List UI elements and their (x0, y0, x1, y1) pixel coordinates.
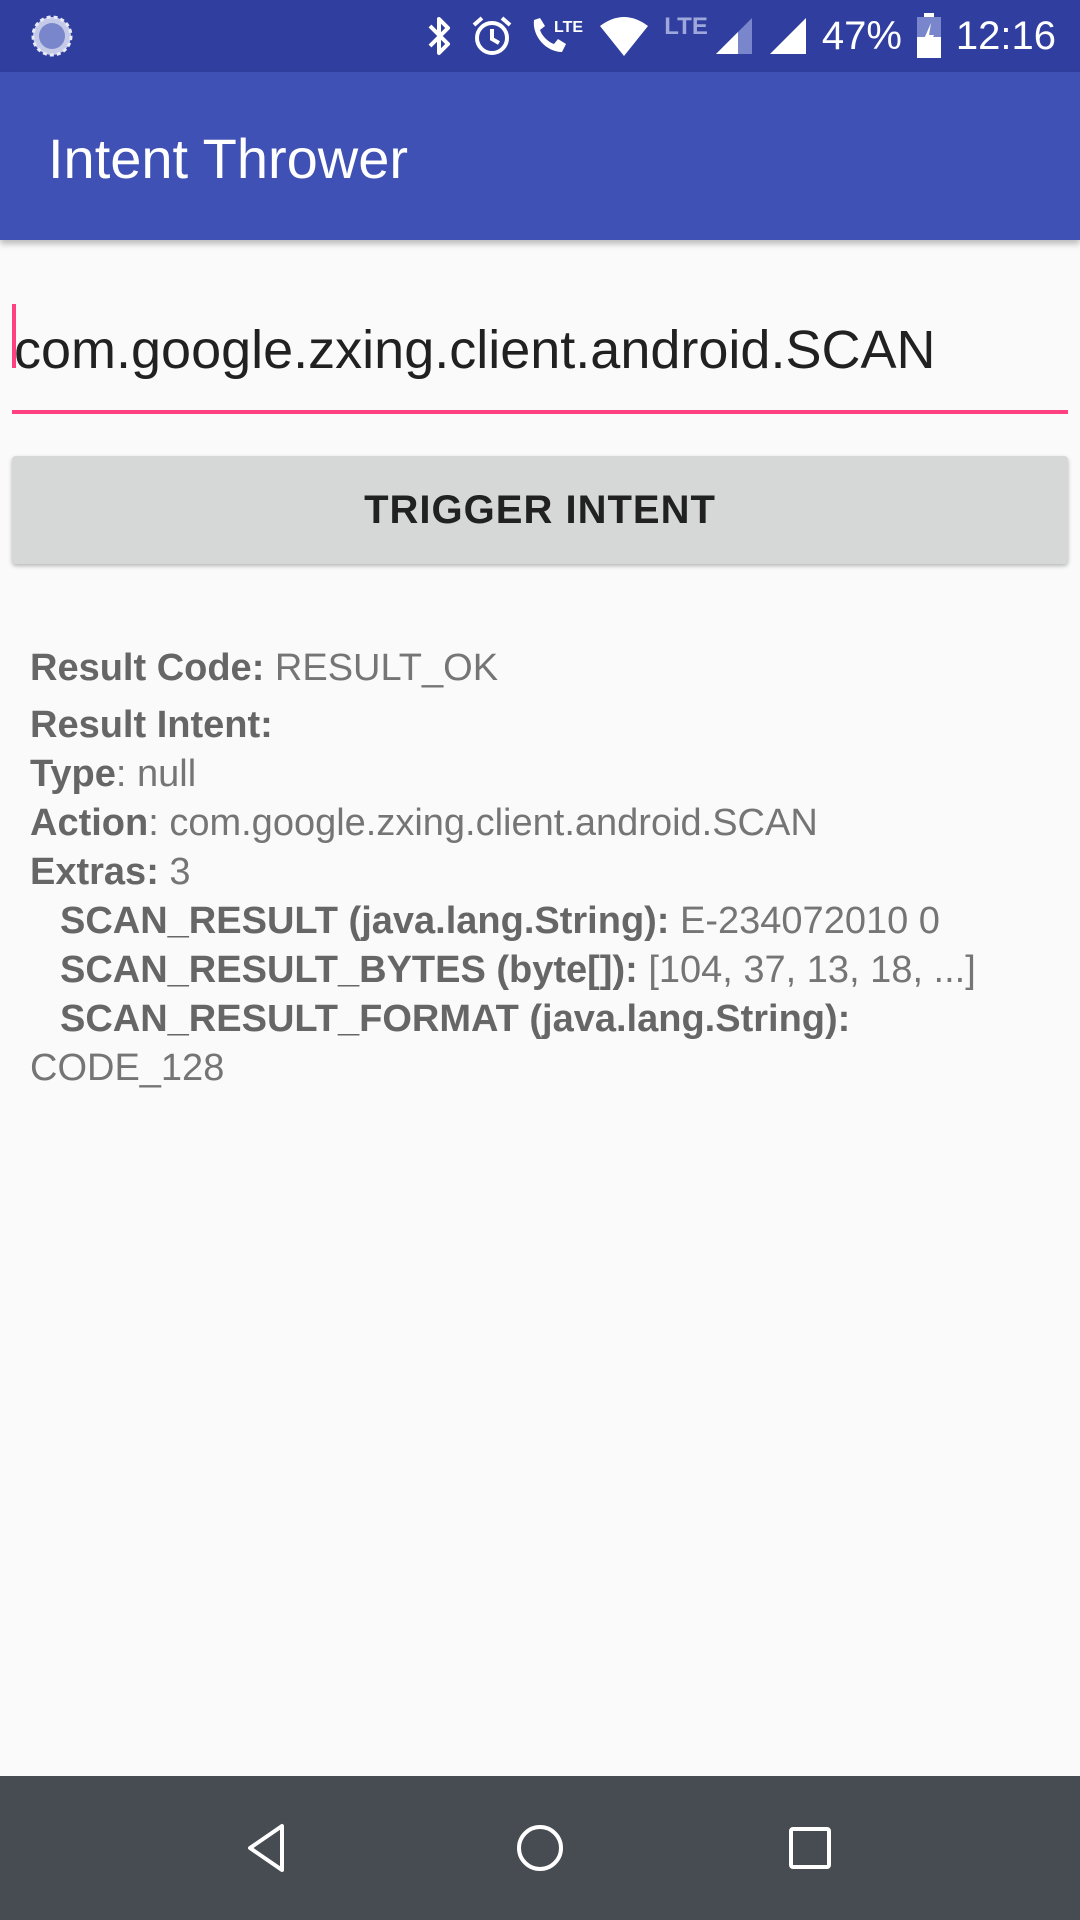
extra-value-wrapped: CODE_128 (30, 1047, 225, 1089)
result-code-label: Result Code: (30, 647, 265, 689)
extra-item: SCAN_RESULT_BYTES (byte[]): [104, 37, 13… (30, 946, 1060, 995)
back-icon[interactable] (240, 1818, 300, 1878)
volte-call-icon: LTE (534, 18, 584, 52)
recents-icon[interactable] (780, 1818, 840, 1878)
type-line: Type: null (30, 750, 1060, 799)
signal-icon (769, 18, 806, 54)
action-label: Action (30, 802, 149, 844)
battery-icon (916, 13, 941, 58)
extras-count: 3 (158, 851, 191, 893)
text-cursor (12, 304, 16, 368)
status-bar: LTE LTE 47% 12:16 (0, 0, 1080, 72)
extra-item: SCAN_RESULT_FORMAT (java.lang.String): (30, 995, 1060, 1044)
alarm-icon (472, 16, 512, 55)
app-bar: Intent Thrower (0, 72, 1080, 240)
wifi-icon (600, 17, 649, 56)
result-intent-line: Result Intent: (30, 701, 1060, 750)
clock: 12:16 (955, 13, 1056, 58)
extras-label: Extras: (30, 851, 159, 893)
navigation-bar (0, 1776, 1080, 1920)
result-intent-label: Result Intent: (30, 704, 273, 746)
extras-line: Extras: 3 (30, 848, 1060, 897)
signal-icon (715, 18, 752, 54)
extra-key: SCAN_RESULT (java.lang.String): (60, 900, 670, 942)
type-value: : null (115, 753, 197, 795)
extra-value: E-234072010 0 (669, 900, 940, 942)
extra-item: SCAN_RESULT (java.lang.String): E-234072… (30, 897, 1060, 946)
result-code-value: RESULT_OK (264, 647, 499, 689)
extra-key: SCAN_RESULT_FORMAT (java.lang.String): (60, 998, 851, 1040)
action-line: Action: com.google.zxing.client.android.… (30, 799, 1060, 848)
bluetooth-icon (428, 17, 451, 55)
sync-icon (31, 15, 73, 57)
lte-label: LTE (664, 13, 708, 40)
result-code-line: Result Code: RESULT_OK (30, 644, 1060, 693)
app-title: Intent Thrower (48, 127, 409, 190)
extra-key: SCAN_RESULT_BYTES (byte[]): (60, 949, 638, 991)
intent-field (12, 290, 1068, 418)
intent-action-input[interactable] (12, 290, 1068, 410)
battery-percent: 47% (821, 13, 902, 58)
svg-text:LTE: LTE (554, 19, 583, 36)
trigger-intent-button[interactable]: TRIGGER INTENT (12, 456, 1068, 564)
input-underline (12, 410, 1068, 414)
extra-value: [104, 37, 13, 18, ...] (637, 949, 976, 991)
action-value: : com.google.zxing.client.android.SCAN (148, 802, 818, 844)
screen: LTE LTE 47% 12:16 Intent Thrower com.goo… (0, 0, 1080, 1920)
result-panel: Result Code: RESULT_OK Result Intent: Ty… (30, 644, 1060, 1093)
type-label: Type (30, 753, 116, 795)
home-icon[interactable] (510, 1818, 570, 1878)
